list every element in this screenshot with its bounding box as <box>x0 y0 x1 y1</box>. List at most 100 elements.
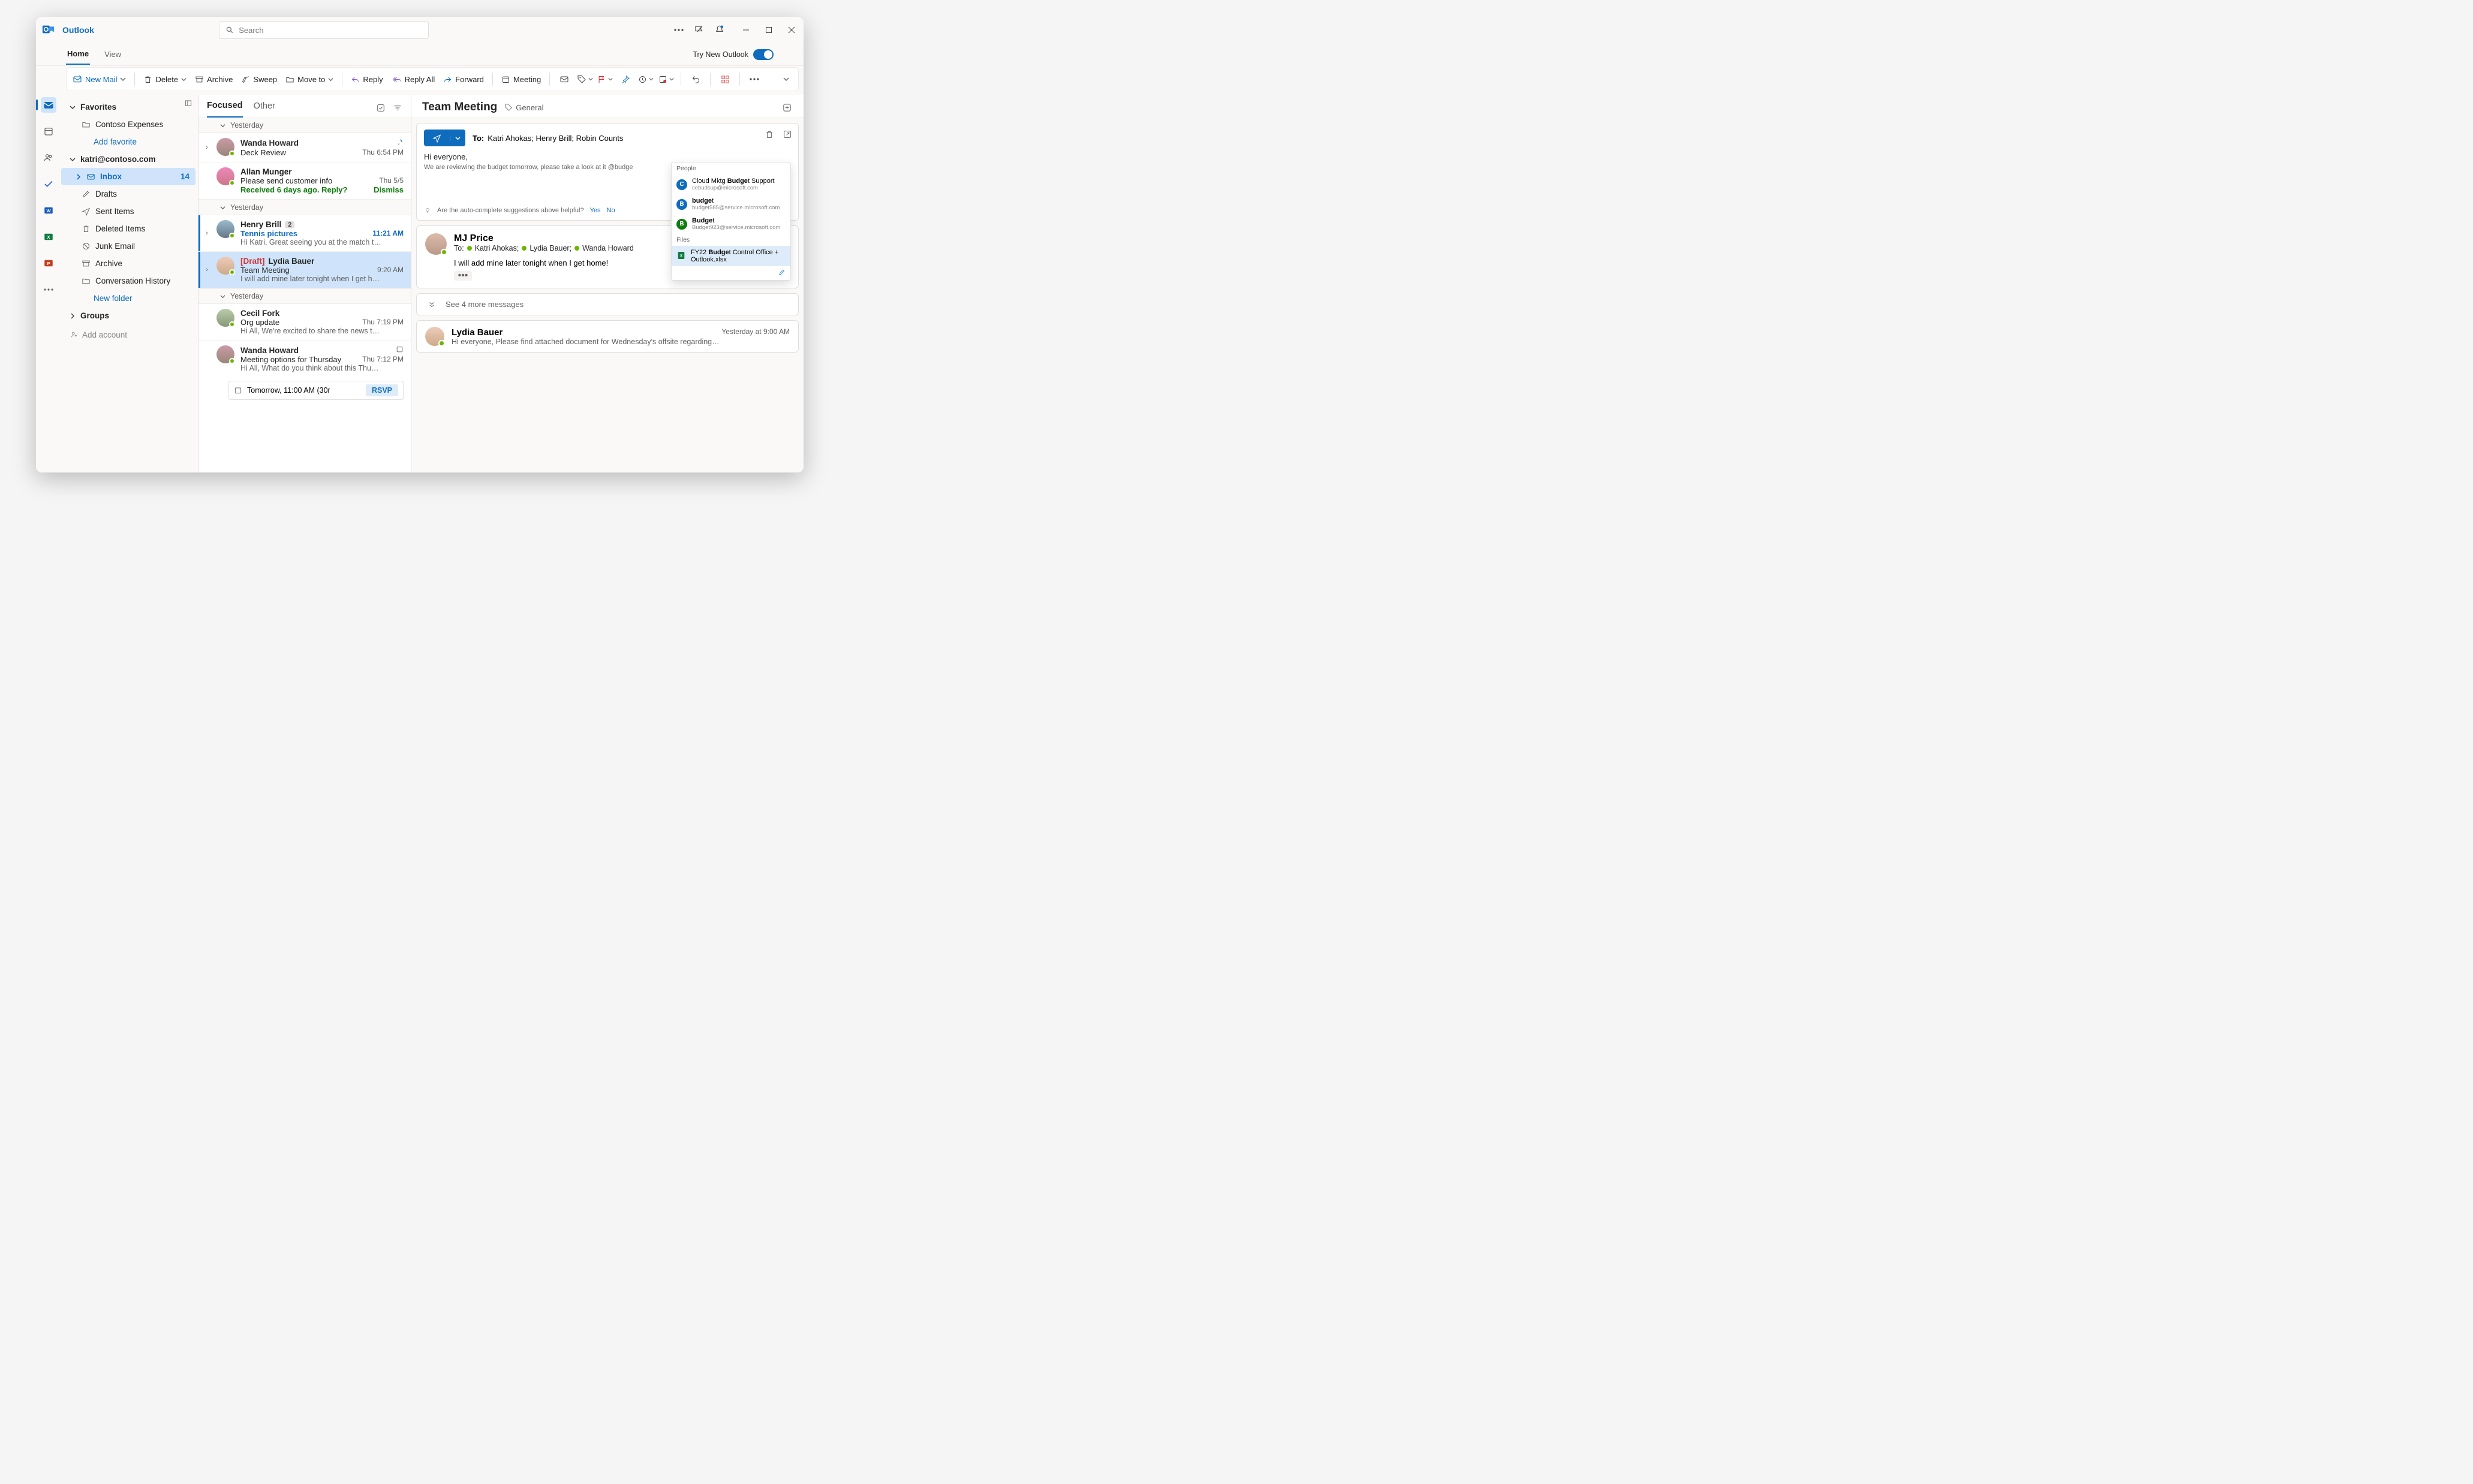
collapse-pane-icon[interactable] <box>182 97 194 109</box>
replyall-button[interactable]: Reply All <box>392 75 435 84</box>
feedback-no[interactable]: No <box>607 207 615 214</box>
tab-view[interactable]: View <box>103 44 122 64</box>
folder-sent[interactable]: Sent Items <box>61 203 195 220</box>
chevron-right-icon[interactable]: › <box>203 138 210 157</box>
to-recipients[interactable]: Katri Ahokas; Henry Brill; Robin Counts <box>488 134 623 143</box>
pin-icon[interactable] <box>619 73 631 85</box>
app-rail: W X P <box>36 95 61 472</box>
rsvp-button[interactable]: RSVP <box>366 384 398 396</box>
delete-button[interactable]: Delete <box>143 75 186 84</box>
selectall-icon[interactable] <box>376 103 386 116</box>
avatar-icon <box>216 138 234 156</box>
groups-section[interactable]: Groups <box>61 307 195 324</box>
send-button[interactable] <box>424 130 465 146</box>
rail-people-icon[interactable] <box>41 150 56 165</box>
maximize-icon[interactable] <box>763 24 775 36</box>
category-chip[interactable]: General <box>504 103 543 112</box>
close-icon[interactable] <box>786 24 798 36</box>
rsvp-card[interactable]: Tomorrow, 11:00 AM (30r RSVP <box>228 381 404 400</box>
reply-button[interactable]: Reply <box>351 75 383 84</box>
message-item-wanda[interactable]: › Wanda Howard Deck ReviewThu 6:54 PM <box>198 133 411 162</box>
new-folder-link[interactable]: New folder <box>61 290 195 307</box>
send-split-icon[interactable] <box>450 136 465 141</box>
date-group-yesterday-3[interactable]: Yesterday <box>198 288 411 304</box>
see-more-button[interactable]: See 4 more messages <box>416 293 799 315</box>
folder-junk[interactable]: Junk Email <box>61 237 195 255</box>
search-box[interactable] <box>219 21 429 39</box>
toggle-icon[interactable] <box>753 49 774 60</box>
folder-inbox[interactable]: Inbox14 <box>61 168 195 185</box>
rail-excel-icon[interactable]: X <box>41 229 56 245</box>
tab-focused[interactable]: Focused <box>207 101 243 118</box>
message-item-lydia[interactable]: › [Draft] Lydia Bauer Team Meeting9:20 A… <box>198 252 411 288</box>
rail-word-icon[interactable]: W <box>41 203 56 218</box>
suggest-item[interactable]: Bbudgetbudget585@service.microsoft.com <box>672 194 790 214</box>
undo-icon[interactable] <box>690 73 702 85</box>
feedback-yes[interactable]: Yes <box>590 207 601 214</box>
suggest-item[interactable]: CCloud Mktg Budget Supportcebudsup@micro… <box>672 174 790 194</box>
date-group-yesterday-2[interactable]: Yesterday <box>198 200 411 215</box>
apps-icon[interactable] <box>719 73 731 85</box>
forward-button[interactable]: Forward <box>443 75 484 84</box>
bell-icon[interactable] <box>714 24 726 36</box>
dismiss-button[interactable]: Dismiss <box>374 185 404 194</box>
folder-history[interactable]: Conversation History <box>61 272 195 290</box>
clock-icon[interactable] <box>640 73 652 85</box>
new-mail-button[interactable]: New Mail <box>73 74 126 84</box>
message-item-cecil[interactable]: Cecil Fork Org updateThu 7:19 PM Hi All,… <box>198 304 411 341</box>
trash-icon <box>82 224 91 233</box>
tab-home[interactable]: Home <box>66 44 90 65</box>
rail-mail-icon[interactable] <box>41 97 56 113</box>
add-favorite-link[interactable]: Add favorite <box>61 133 195 150</box>
pin-icon[interactable] <box>395 138 404 148</box>
message-item-allan[interactable]: Allan Munger Please send customer infoTh… <box>198 162 411 200</box>
search-input[interactable] <box>239 26 422 35</box>
try-new-outlook[interactable]: Try New Outlook <box>693 49 774 60</box>
message-item-wanda2[interactable]: Wanda Howard Meeting options for Thursda… <box>198 341 411 377</box>
message-more-icon[interactable]: ••• <box>454 271 472 281</box>
rules-icon[interactable] <box>660 73 672 85</box>
suggest-item[interactable]: BBudgetBudget923@service.microsoft.com <box>672 214 790 234</box>
date-group-yesterday-1[interactable]: Yesterday <box>198 118 411 133</box>
delete-draft-icon[interactable] <box>765 130 774 142</box>
overflow-icon[interactable] <box>673 24 685 36</box>
popout-icon[interactable] <box>783 130 792 142</box>
favorites-section[interactable]: Favorites <box>61 98 195 116</box>
ribbon-expand-icon[interactable] <box>780 73 792 85</box>
rail-powerpoint-icon[interactable]: P <box>41 255 56 271</box>
tag-icon[interactable] <box>579 73 591 85</box>
meeting-button[interactable]: Meeting <box>501 75 541 84</box>
teaching-icon[interactable] <box>693 24 705 36</box>
tab-other[interactable]: Other <box>254 101 275 117</box>
forward-icon <box>443 75 452 84</box>
filter-icon[interactable] <box>393 103 402 116</box>
folder-deleted[interactable]: Deleted Items <box>61 220 195 237</box>
suggest-file[interactable]: XFY22 Budget Control Office + Outlook.xl… <box>672 246 790 266</box>
rail-calendar-icon[interactable] <box>41 124 56 139</box>
folder-archive[interactable]: Archive <box>61 255 195 272</box>
tag-icon <box>504 103 513 112</box>
add-account-icon <box>70 330 79 339</box>
readunread-icon[interactable] <box>558 73 570 85</box>
flag-icon[interactable] <box>599 73 611 85</box>
moveto-button[interactable]: Move to <box>285 75 333 84</box>
chevron-right-icon[interactable]: › <box>203 220 210 246</box>
message-item-henry[interactable]: › Henry Brill2 Tennis pictures11:21 AM H… <box>198 215 411 252</box>
rail-todo-icon[interactable] <box>41 176 56 192</box>
account-section[interactable]: katri@contoso.com <box>61 150 195 168</box>
edit-suggest-icon[interactable] <box>778 269 786 278</box>
chevron-right-icon[interactable]: › <box>203 257 210 283</box>
read-message-lydia[interactable]: Lydia BauerYesterday at 9:00 AM Hi every… <box>416 320 799 353</box>
sweep-button[interactable]: Sweep <box>241 75 277 84</box>
archive-button[interactable]: Archive <box>195 75 233 84</box>
add-account-button[interactable]: Add account <box>61 324 195 345</box>
rail-more-icon[interactable] <box>41 282 56 297</box>
more-icon[interactable] <box>748 73 760 85</box>
app-brand: Outlook <box>62 25 94 35</box>
add-to-board-icon[interactable] <box>781 101 793 113</box>
folder-contoso-expenses[interactable]: Contoso Expenses <box>61 116 195 133</box>
folder-drafts[interactable]: Drafts <box>61 185 195 203</box>
minimize-icon[interactable] <box>740 24 752 36</box>
avatar-icon <box>216 309 234 327</box>
compose-line1[interactable]: Hi everyone, <box>424 152 791 161</box>
